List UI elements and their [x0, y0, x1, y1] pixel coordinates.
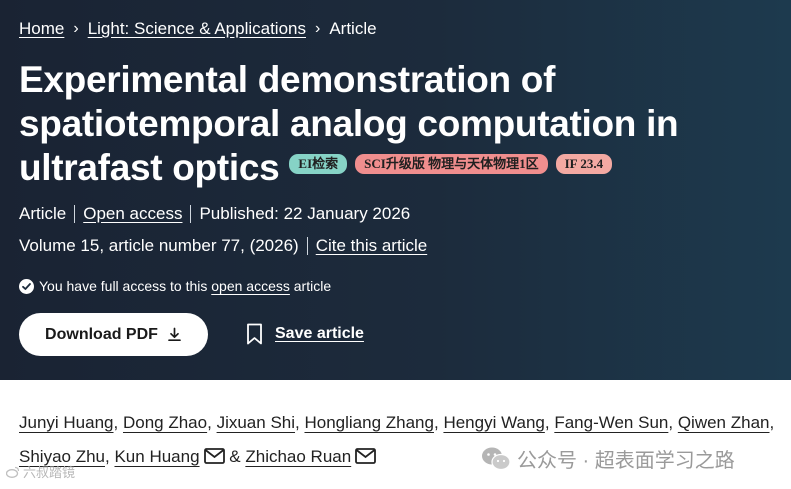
download-pdf-label: Download PDF: [45, 325, 158, 343]
watermark-right: 公众号 · 超表面学习之路: [481, 444, 735, 473]
author-link[interactable]: Jixuan Shi: [217, 413, 295, 432]
breadcrumb-current: Article: [329, 19, 377, 38]
watermark-left-text: 六叔踏镜: [23, 465, 76, 480]
author-separator: ,: [433, 413, 439, 432]
download-pdf-button[interactable]: Download PDF: [19, 313, 208, 356]
bookmark-icon: [247, 323, 262, 345]
article-header: Home › Light: Science & Applications › A…: [0, 0, 791, 380]
article-citation: Volume 15, article number 77, (2026) Cit…: [19, 236, 427, 256]
article-title: Experimental demonstration of spatiotemp…: [19, 58, 779, 190]
divider: [74, 205, 76, 223]
volume-info: Volume 15, article number 77, (2026): [19, 236, 299, 255]
access-notice: You have full access to this open access…: [19, 278, 331, 294]
mail-icon[interactable]: [203, 447, 225, 464]
author-separator: ,: [769, 413, 775, 432]
access-suffix: article: [293, 278, 332, 294]
breadcrumb-journal[interactable]: Light: Science & Applications: [88, 19, 306, 39]
author-separator: ,: [207, 413, 212, 432]
author-link[interactable]: Qiwen Zhan: [678, 413, 770, 432]
published-date: Published: 22 January 2026: [199, 204, 411, 223]
sci-badge: SCI升级版 物理与天体物理1区: [355, 154, 548, 175]
author-separator: ,: [668, 413, 674, 432]
save-article-button[interactable]: Save article: [246, 323, 364, 345]
author-link[interactable]: Dong Zhao: [123, 413, 207, 432]
author-link[interactable]: Fang-Wen Sun: [554, 413, 668, 432]
author-separator: ,: [544, 413, 550, 432]
author-separator: ,: [105, 447, 110, 466]
open-access-link[interactable]: Open access: [83, 204, 182, 224]
wechat-icon: [482, 447, 511, 470]
chevron-right-icon: ›: [73, 20, 79, 37]
author-separator: ,: [295, 413, 300, 432]
watermark-right-text: 公众号 · 超表面学习之路: [517, 450, 735, 472]
if-badge: IF 23.4: [555, 154, 613, 175]
watermark-left: 六叔踏镜: [6, 462, 75, 481]
author-link[interactable]: Junyi Huang: [19, 413, 114, 432]
breadcrumb: Home › Light: Science & Applications › A…: [19, 19, 377, 39]
chevron-right-icon: ›: [315, 20, 321, 37]
article-type: Article: [19, 204, 67, 223]
download-icon: [168, 327, 181, 342]
cite-link[interactable]: Cite this article: [316, 236, 427, 256]
access-prefix: You have full access to this: [39, 278, 208, 294]
author-link[interactable]: Kun Huang: [114, 447, 199, 466]
badge-group: EI检索 SCI升级版 物理与天体物理1区 IF 23.4: [289, 154, 613, 175]
divider: [190, 205, 192, 223]
ei-badge: EI检索: [289, 154, 348, 175]
author-link[interactable]: Hengyi Wang: [443, 413, 544, 432]
author-link[interactable]: Hongliang Zhang: [304, 413, 433, 432]
author-separator: ,: [113, 413, 119, 432]
article-meta: Article Open access Published: 22 Januar…: [19, 204, 410, 224]
divider: [306, 237, 308, 255]
weibo-icon: [6, 466, 20, 478]
author-separator: &: [229, 447, 241, 466]
check-circle-icon: [19, 278, 34, 294]
mail-icon[interactable]: [355, 447, 377, 464]
author-link[interactable]: Zhichao Ruan: [245, 447, 351, 466]
save-article-label: Save article: [275, 325, 364, 342]
access-open-access-link[interactable]: open access: [211, 278, 290, 294]
breadcrumb-home[interactable]: Home: [19, 19, 64, 39]
